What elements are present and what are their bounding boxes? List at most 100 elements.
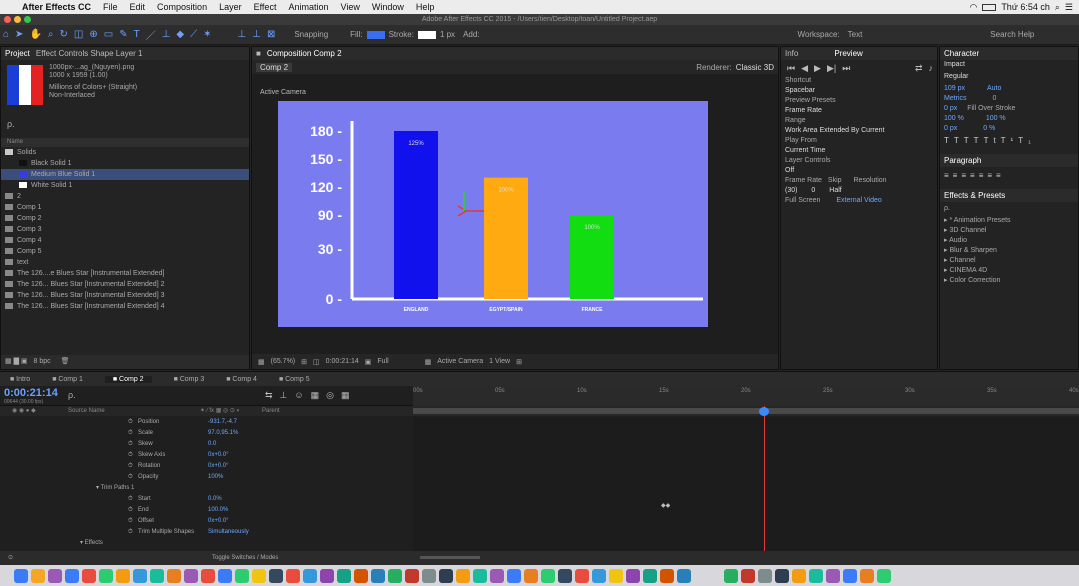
stroke-swatch[interactable]	[417, 30, 436, 39]
character-tab[interactable]: Character	[944, 49, 979, 58]
project-item[interactable]: Solids	[1, 147, 249, 158]
dock-app-icon[interactable]	[741, 568, 755, 583]
project-item[interactable]: Comp 3	[1, 224, 249, 235]
effects-presets-tab[interactable]: Effects & Presets	[944, 191, 1005, 200]
snapping-label[interactable]: Snapping	[290, 30, 332, 39]
resolution-dropdown[interactable]: Half	[829, 187, 841, 194]
stopwatch-icon[interactable]: ⏱	[128, 461, 133, 472]
resolution-dropdown[interactable]: Full	[377, 358, 388, 365]
time-indicator-head[interactable]	[759, 407, 769, 416]
dock-app-icon[interactable]	[31, 568, 45, 583]
dock-app-icon[interactable]	[167, 568, 181, 583]
pan-behind-tool-icon[interactable]: ⊕	[86, 29, 100, 40]
info-tab[interactable]: Info	[785, 49, 798, 58]
transparency-icon[interactable]: ▦	[425, 358, 432, 366]
frame-rate-dropdown[interactable]: (30)	[785, 187, 797, 194]
stopwatch-icon[interactable]: ⏱	[128, 472, 133, 483]
draft-3d-icon[interactable]: ⊥	[280, 390, 295, 400]
faux-italic-icon[interactable]: T	[954, 136, 964, 145]
render-time-icon[interactable]: ⊙	[8, 555, 13, 561]
current-timecode[interactable]: 0:00:21:14	[4, 387, 58, 399]
dock-app-icon[interactable]	[524, 568, 538, 583]
stroke-mode-dropdown[interactable]: Fill Over Stroke	[967, 105, 1015, 112]
dock-app-icon[interactable]	[439, 568, 453, 583]
property-value[interactable]: 97.0,95.1%	[208, 428, 238, 439]
dock-app-icon[interactable]	[575, 568, 589, 583]
close-window-button[interactable]	[4, 16, 11, 23]
menu-clock[interactable]: Thứ 6:54 ch	[1001, 2, 1050, 12]
region-icon[interactable]: ▦	[258, 358, 265, 366]
camera-tool-icon[interactable]: ◫	[71, 29, 86, 40]
dock-app-icon[interactable]	[826, 568, 840, 583]
dock-app-icon[interactable]	[354, 568, 368, 583]
font-style-dropdown[interactable]: Regular	[944, 72, 1078, 84]
dock-app-icon[interactable]	[371, 568, 385, 583]
next-frame-icon[interactable]: ▶|	[827, 63, 836, 74]
menu-animation[interactable]: Animation	[282, 2, 334, 12]
project-item[interactable]: The 126... Blues Star [Instrumental Exte…	[1, 279, 249, 290]
dock-app-icon[interactable]	[388, 568, 402, 583]
battery-icon[interactable]	[982, 3, 997, 11]
dock-app-icon[interactable]	[860, 568, 874, 583]
effects-category[interactable]: ▸ Color Correction	[944, 276, 1078, 286]
dock-app-icon[interactable]	[660, 568, 674, 583]
graph-editor-icon[interactable]: ▦	[341, 390, 357, 400]
dock-app-icon[interactable]	[82, 568, 96, 583]
renderer-value[interactable]: Classic 3D	[736, 63, 774, 72]
range-dropdown[interactable]: Work Area Extended By Current	[785, 126, 937, 136]
project-item[interactable]: Comp 1	[1, 202, 249, 213]
dock-app-icon[interactable]	[558, 568, 572, 583]
parent-column[interactable]: Parent	[262, 406, 280, 416]
layer-controls-dropdown[interactable]: Off	[785, 166, 937, 176]
trash-icon[interactable]: 🗑	[61, 358, 70, 365]
view-options-icon[interactable]: ⊞	[516, 358, 522, 366]
stopwatch-icon[interactable]: ⏱	[128, 516, 133, 527]
interpret-footage-icon[interactable]: ▦	[5, 358, 12, 365]
source-name-column[interactable]: Source Name	[68, 406, 105, 416]
project-item[interactable]: Medium Blue Solid 1	[1, 169, 249, 180]
property-value[interactable]: 0x+0.0°	[208, 516, 229, 527]
stopwatch-icon[interactable]: ⏱	[128, 417, 133, 428]
type-tool-icon[interactable]: T	[131, 29, 143, 40]
dock-app-icon[interactable]	[877, 568, 891, 583]
bpc-label[interactable]: 8 bpc	[34, 358, 51, 365]
menu-app-name[interactable]: After Effects CC	[16, 2, 97, 12]
dock-app-icon[interactable]	[473, 568, 487, 583]
project-item[interactable]: Comp 5	[1, 246, 249, 257]
stroke-width-value[interactable]: 0 px	[944, 105, 957, 112]
effects-group[interactable]: ▾ Effects	[0, 538, 413, 549]
dock-app-icon[interactable]	[592, 568, 606, 583]
preset-dropdown[interactable]: Frame Rate	[785, 106, 937, 116]
dock-app-icon[interactable]	[218, 568, 232, 583]
justify-last-left-icon[interactable]: ≡	[970, 171, 979, 180]
roto-tool-icon[interactable]: ⟋	[187, 29, 200, 40]
camera-icon[interactable]: ▣	[365, 358, 372, 366]
subscript-icon[interactable]: T₁	[1018, 136, 1036, 145]
bar-1[interactable]	[394, 131, 438, 299]
timeline-tab[interactable]: ■ Comp 4	[226, 376, 257, 383]
dock-app-icon[interactable]	[490, 568, 504, 583]
dock-app-icon[interactable]	[286, 568, 300, 583]
stopwatch-icon[interactable]: ⏱	[128, 450, 133, 461]
project-item[interactable]: text	[1, 257, 249, 268]
grid-icon[interactable]: ⊞	[301, 358, 307, 366]
puppet-tool-icon[interactable]: ✶	[200, 29, 214, 40]
first-frame-icon[interactable]: ⏮	[787, 63, 795, 74]
menu-layer[interactable]: Layer	[213, 2, 248, 12]
project-item[interactable]: The 126... Blues Star [Instrumental Exte…	[1, 301, 249, 312]
project-item[interactable]: 2	[1, 191, 249, 202]
dock-app-icon[interactable]	[252, 568, 266, 583]
project-tab[interactable]: Project	[5, 49, 30, 58]
dock-app-icon[interactable]	[792, 568, 806, 583]
superscript-icon[interactable]: T¹	[1001, 136, 1019, 145]
dock-app-icon[interactable]	[809, 568, 823, 583]
dock-app-icon[interactable]	[677, 568, 691, 583]
dock-app-icon[interactable]	[405, 568, 419, 583]
effects-category[interactable]: ▸ Channel	[944, 256, 1078, 266]
shy-icon[interactable]: ☺	[294, 390, 310, 400]
stopwatch-icon[interactable]: ⏱	[128, 494, 133, 505]
eraser-tool-icon[interactable]: ◆	[173, 29, 187, 40]
menu-file[interactable]: File	[97, 2, 124, 12]
composition-tab[interactable]: Composition Comp 2	[267, 49, 342, 58]
play-from-dropdown[interactable]: Current Time	[785, 146, 937, 156]
